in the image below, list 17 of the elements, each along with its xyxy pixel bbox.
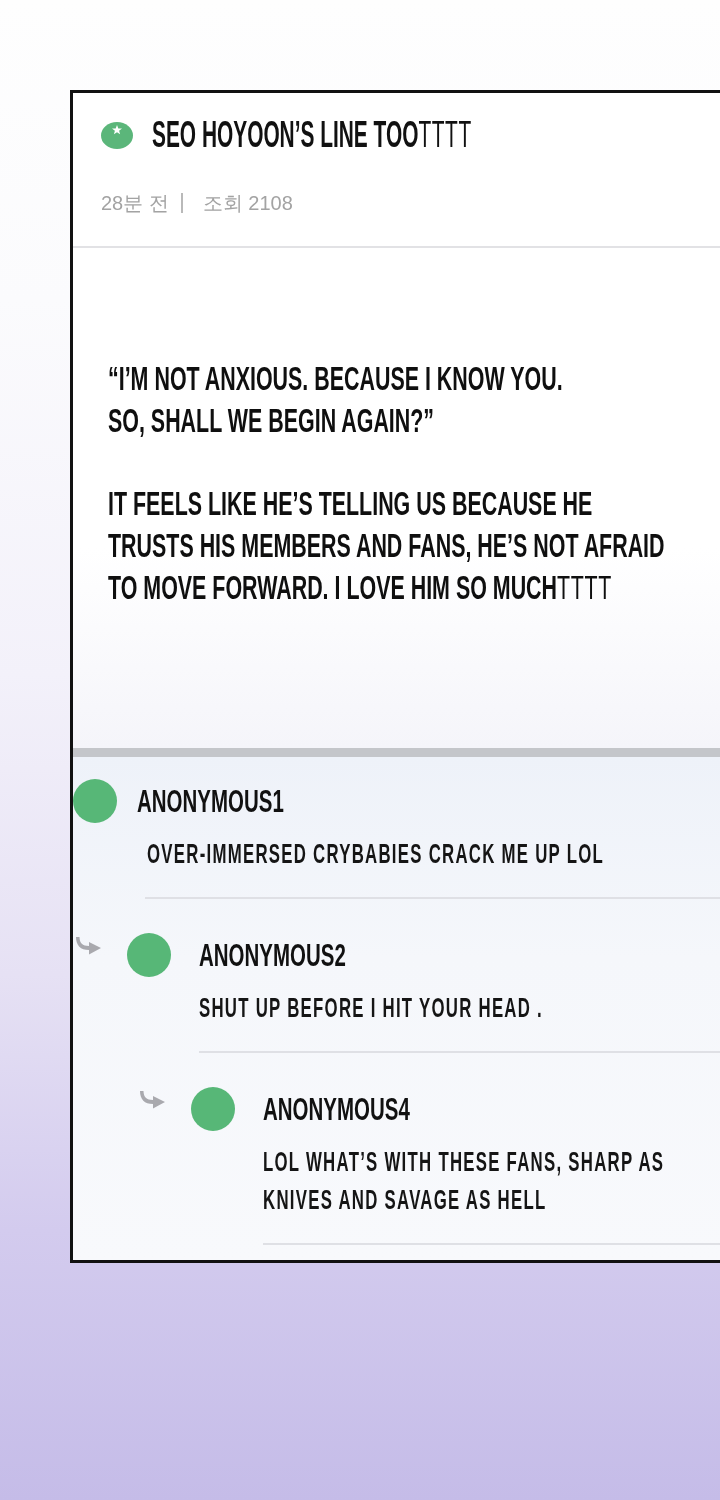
reply-arrow-icon (76, 936, 101, 955)
avatar-icon (127, 933, 171, 977)
comment-text: LOL WHAT’S WITH THESE FANS, SHARP AS KNIVES AND SAVAGE AS HELL (263, 1145, 666, 1217)
post-paragraph: IT FEELS LIKE HE’S TELLING US BECAUSE HE TRUSTS HIS MEMBERS AND FANS, HE’S NOT AFRAID TO MOVE FORWARD. I LOVE HIM SO MUCHTTTT (108, 483, 666, 608)
comment-text: SHUT UP BEFORE I HIT YOUR HEAD . (199, 991, 543, 1025)
post-title: SEO HOYOON’S LINE TOOTTTT (152, 113, 472, 157)
comment-author: ANONYMOUS2 (199, 936, 346, 975)
reply-arrow-icon (140, 1090, 165, 1109)
comment-author: ANONYMOUS1 (137, 782, 284, 821)
comment-text: OVER-IMMERSED CRYBABIES CRACK ME UP LOL (147, 837, 605, 871)
view-count: 조회 2108 (202, 191, 293, 216)
post-time: 28분 전 (101, 191, 169, 216)
avatar-icon (73, 779, 117, 823)
comment-author: ANONYMOUS4 (263, 1090, 410, 1129)
star-badge-icon (101, 121, 133, 149)
post-paragraph: “I’M NOT ANXIOUS. BECAUSE I KNOW YOU. SO, SHALL WE BEGIN AGAIN?” (108, 358, 563, 441)
avatar-icon (191, 1087, 235, 1131)
